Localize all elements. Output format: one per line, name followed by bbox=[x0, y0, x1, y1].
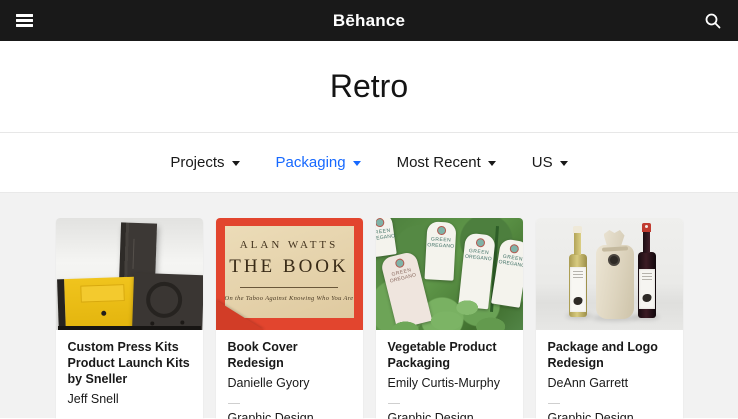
project-title[interactable]: Package and Logo Redesign bbox=[548, 339, 671, 371]
filter-dropdown-packaging[interactable]: Packaging bbox=[276, 154, 361, 171]
filter-label: Projects bbox=[170, 154, 225, 171]
red-wine-bottle-graphic bbox=[637, 223, 656, 318]
divider bbox=[387, 403, 400, 404]
top-navigation-bar: Bēhance bbox=[0, 0, 738, 41]
divider bbox=[547, 403, 560, 404]
project-thumbnail-wine-bottles[interactable] bbox=[535, 218, 683, 330]
chevron-down-icon bbox=[487, 161, 496, 166]
project-field[interactable]: Graphic Design bbox=[548, 411, 671, 419]
book-author-text: ALAN WATTS bbox=[239, 239, 339, 251]
chevron-down-icon bbox=[352, 161, 361, 166]
project-card-info: Vegetable Product Packaging Emily Curtis… bbox=[376, 330, 523, 419]
filter-bar: Projects Packaging Most Recent US bbox=[0, 133, 738, 193]
filter-dropdown-sort[interactable]: Most Recent bbox=[397, 154, 496, 171]
project-author[interactable]: Emily Curtis-Murphy bbox=[388, 376, 511, 390]
filter-label: Most Recent bbox=[396, 154, 481, 171]
bag-tag-graphic bbox=[607, 254, 620, 266]
project-field[interactable]: Graphic Design bbox=[228, 411, 351, 419]
foliage-graphic bbox=[375, 218, 523, 330]
project-author[interactable]: Danielle Gyory bbox=[228, 376, 351, 390]
filter-label: US bbox=[531, 154, 553, 171]
page-title: Retro bbox=[329, 68, 409, 104]
project-card: GREEN OREGANO GREEN OREGANO GREEN OREGAN… bbox=[375, 218, 523, 419]
project-thumbnail-plant-tags[interactable]: GREEN OREGANO GREEN OREGANO GREEN OREGAN… bbox=[375, 218, 523, 330]
menu-hamburger-icon[interactable] bbox=[16, 14, 33, 27]
filter-dropdown-projects[interactable]: Projects bbox=[170, 154, 240, 171]
foam-insert-graphic bbox=[131, 272, 203, 330]
project-card-info: Custom Press Kits Product Launch Kits by… bbox=[56, 330, 203, 419]
project-card: ALAN WATTS THE BOOK On the Taboo Against… bbox=[215, 218, 363, 419]
project-card-info: Package and Logo Redesign DeAnn Garrett … bbox=[536, 330, 683, 419]
behance-logo: Bēhance bbox=[332, 10, 406, 30]
project-card: Custom Press Kits Product Launch Kits by… bbox=[55, 218, 203, 419]
results-area: Custom Press Kits Product Launch Kits by… bbox=[0, 193, 738, 419]
project-title[interactable]: Custom Press Kits Product Launch Kits by… bbox=[68, 339, 191, 387]
divider bbox=[227, 403, 240, 404]
white-wine-bottle-graphic bbox=[568, 226, 587, 317]
open-kit-graphic bbox=[56, 276, 139, 330]
page-fold-graphic bbox=[215, 300, 264, 330]
divider bbox=[239, 287, 339, 288]
project-thumbnail-press-kit[interactable] bbox=[55, 218, 203, 330]
book-title-text: THE BOOK bbox=[229, 256, 349, 277]
canvas-bag-graphic bbox=[595, 245, 634, 319]
search-title-section: Retro bbox=[0, 41, 738, 133]
chevron-down-icon bbox=[231, 161, 240, 166]
project-card: Package and Logo Redesign DeAnn Garrett … bbox=[535, 218, 683, 419]
project-author[interactable]: DeAnn Garrett bbox=[548, 376, 671, 390]
filter-dropdown-country[interactable]: US bbox=[532, 154, 568, 171]
filter-label: Packaging bbox=[275, 154, 346, 171]
project-field[interactable]: Graphic Design bbox=[388, 411, 511, 419]
project-card-info: Book Cover Redesign Danielle Gyory Graph… bbox=[216, 330, 363, 419]
project-author[interactable]: Jeff Snell bbox=[68, 392, 191, 406]
project-card-grid: Custom Press Kits Product Launch Kits by… bbox=[0, 218, 738, 419]
project-title[interactable]: Book Cover Redesign bbox=[228, 339, 351, 371]
project-title[interactable]: Vegetable Product Packaging bbox=[388, 339, 511, 371]
project-thumbnail-book-cover[interactable]: ALAN WATTS THE BOOK On the Taboo Against… bbox=[215, 218, 363, 330]
chevron-down-icon bbox=[559, 161, 568, 166]
search-icon[interactable] bbox=[704, 12, 722, 30]
